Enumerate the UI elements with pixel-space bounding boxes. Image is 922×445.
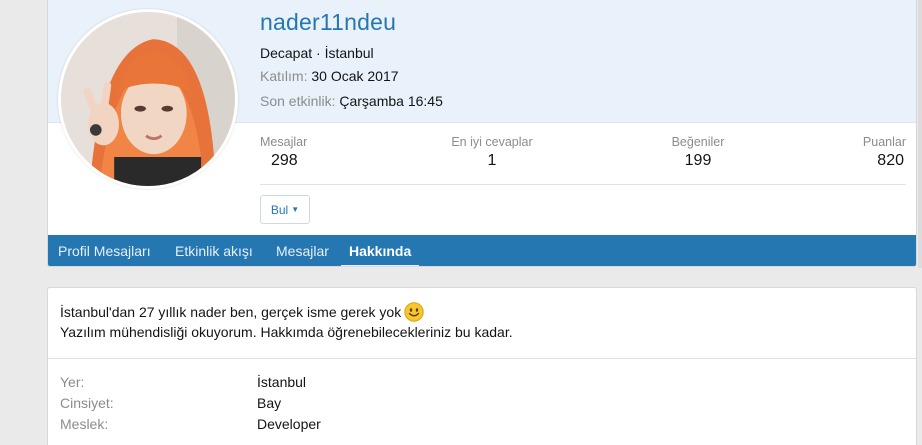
scrollbar-track[interactable] xyxy=(918,0,922,268)
find-dropdown-button[interactable]: Bul ▼ xyxy=(260,195,310,224)
field-value[interactable]: İstanbul xyxy=(257,374,306,390)
last-activity-value[interactable]: Çarşamba 16:45 xyxy=(339,93,443,109)
avatar-image xyxy=(61,12,235,186)
last-activity-line: Son etkinlik: Çarşamba 16:45 xyxy=(260,93,443,109)
stat-value[interactable]: 1 xyxy=(447,152,537,170)
avatar[interactable] xyxy=(58,9,238,189)
stat-best-answers: En iyi cevaplar 1 xyxy=(447,135,537,170)
tab-profile-posts[interactable]: Profil Mesajları xyxy=(58,235,151,266)
last-activity-label: Son etkinlik: xyxy=(260,93,336,109)
user-title-location: Decapat · İstanbul xyxy=(260,45,374,61)
about-bio: İstanbul'dan 27 yıllık nader ben, gerçek… xyxy=(60,302,513,342)
field-value: Bay xyxy=(257,395,282,411)
joined-label: Katılım: xyxy=(260,68,308,84)
stat-label: Puanlar xyxy=(862,135,906,149)
tab-messages[interactable]: Mesajlar xyxy=(276,235,329,266)
stat-label: Beğeniler xyxy=(671,135,725,149)
profile-card: nader11ndeu Decapat · İstanbul Katılım: … xyxy=(47,0,917,267)
field-label: Yer: xyxy=(60,374,85,390)
smiley-emoji-icon xyxy=(404,302,424,322)
stat-label: Mesajlar xyxy=(260,135,308,149)
joined-value: 30 Ocak 2017 xyxy=(311,68,399,84)
field-label: Meslek: xyxy=(60,416,109,432)
bio-line-1: İstanbul'dan 27 yıllık nader ben, gerçek… xyxy=(60,304,402,320)
joined-line: Katılım: 30 Ocak 2017 xyxy=(260,68,399,84)
tab-about[interactable]: Hakkında xyxy=(340,235,420,266)
tab-activity-stream[interactable]: Etkinlik akışı xyxy=(175,235,253,266)
about-card: İstanbul'dan 27 yıllık nader ben, gerçek… xyxy=(47,287,917,445)
field-label: Cinsiyet: xyxy=(60,395,114,411)
stat-label: En iyi cevaplar xyxy=(451,135,533,149)
stat-points: Puanlar 820 xyxy=(863,135,906,170)
stat-likes: Beğeniler 199 xyxy=(668,135,728,170)
profile-tabs: Profil Mesajları Etkinlik akışı Mesajlar… xyxy=(48,235,916,266)
stat-value[interactable]: 298 xyxy=(260,152,307,170)
bio-line-2: Yazılım mühendisliği okuyorum. Hakkımda … xyxy=(60,324,513,340)
username-link[interactable]: nader11ndeu xyxy=(260,9,396,36)
stat-messages: Mesajlar 298 xyxy=(260,135,307,170)
field-value: Developer xyxy=(257,416,321,432)
caret-down-icon: ▼ xyxy=(291,205,300,214)
stat-value[interactable]: 199 xyxy=(668,152,728,170)
divider xyxy=(48,358,916,359)
find-button-label: Bul xyxy=(270,202,289,217)
profile-stats: Mesajlar 298 En iyi cevaplar 1 Beğeniler… xyxy=(260,135,906,185)
stat-value[interactable]: 820 xyxy=(863,152,906,170)
